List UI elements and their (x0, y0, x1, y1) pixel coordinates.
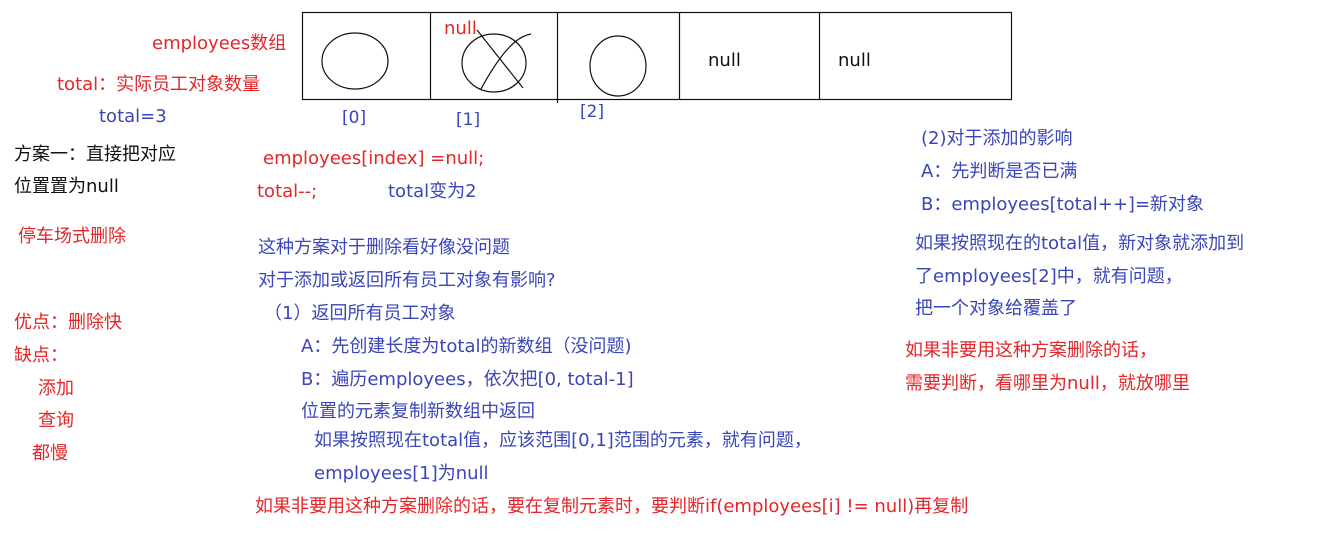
cross-stroke-2 (480, 33, 532, 90)
add-effect-conclusion-2: 需要判断，看哪里为null，就放哪里 (905, 373, 1190, 394)
add-effect-conclusion-1: 如果非要用这种方案删除的话， (905, 340, 1157, 361)
return-all-title: （1）返回所有员工对象 (264, 303, 456, 324)
analysis-line-2: 对于添加或返回所有员工对象有影响? (258, 270, 556, 291)
total-value: total=3 (99, 106, 167, 127)
parking-style-label: 停车场式删除 (18, 226, 126, 247)
return-all-step-b1: B：遍历employees，依次把[0, total-1] (301, 369, 634, 390)
return-all-conclusion: 如果非要用这种方案删除的话，要在复制元素时，要判断if(employees[i]… (255, 496, 969, 517)
return-all-step-b2: 位置的元素复制新数组中返回 (301, 401, 535, 422)
total-after-label: total变为2 (388, 181, 477, 202)
total-description: total：实际员工对象数量 (57, 74, 261, 95)
add-effect-problem-2: 了employees[2]中，就有问题， (915, 266, 1183, 287)
index-1-label: [1] (456, 110, 481, 130)
analysis-line-1: 这种方案对于删除看好像没问题 (258, 237, 510, 258)
employee-object-2 (589, 35, 647, 97)
index-0-label: [0] (342, 108, 367, 128)
scheme-one-line-1: 方案一：直接把对应 (14, 144, 176, 165)
scheme-one-line-2: 位置置为null (14, 176, 119, 197)
add-effect-title: (2)对于添加的影响 (921, 128, 1073, 149)
add-effect-problem-3: 把一个对象给覆盖了 (915, 298, 1077, 319)
cons-item-all-slow: 都慢 (32, 443, 68, 464)
return-all-problem-2: employees[1]为null (314, 463, 489, 484)
add-effect-problem-1: 如果按照现在的total值，新对象就添加到 (915, 233, 1245, 254)
cons-item-add: 添加 (38, 378, 74, 399)
return-all-problem-1: 如果按照现在total值，应该范围[0,1]范围的元素，就有问题， (314, 430, 812, 451)
return-all-step-a: A：先创建长度为total的新数组（没问题) (301, 336, 632, 357)
code-line-set-null: employees[index] =null; (263, 148, 485, 169)
cell-null-4: null (838, 50, 871, 71)
cons-title: 缺点： (14, 345, 68, 366)
array-box (301, 11, 1013, 101)
add-effect-step-a: A：先判断是否已满 (921, 161, 1078, 182)
code-line-decrement: total--; (257, 181, 318, 202)
pros-label: 优点：删除快 (14, 312, 122, 333)
cell-null-3: null (708, 50, 741, 71)
index-2-label: [2] (580, 102, 605, 122)
add-effect-step-b: B：employees[total++]=新对象 (921, 194, 1205, 215)
array-label: employees数组 (152, 33, 287, 54)
employee-object-1 (461, 33, 527, 93)
cons-item-query: 查询 (38, 410, 74, 431)
removed-null-label: null (444, 18, 477, 39)
employee-object-0 (321, 32, 389, 90)
